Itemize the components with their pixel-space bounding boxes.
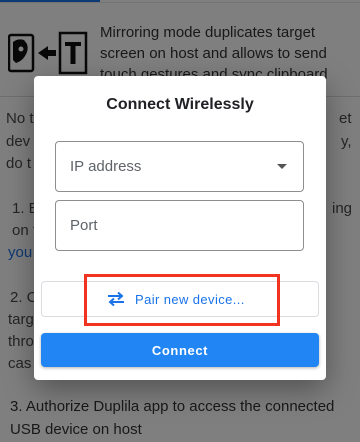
port-field[interactable] [55,200,304,251]
pair-new-device-label: Pair new device... [135,291,245,307]
connect-button[interactable]: Connect [41,333,319,367]
swap-arrows-icon [108,291,124,307]
dialog-title: Connect Wirelessly [106,96,254,113]
ip-address-field[interactable] [55,141,304,192]
ip-address-input[interactable] [70,142,255,191]
pair-new-device-button[interactable]: Pair new device... [106,287,256,311]
port-input[interactable] [70,201,255,250]
dropdown-arrow-icon[interactable] [277,164,287,169]
